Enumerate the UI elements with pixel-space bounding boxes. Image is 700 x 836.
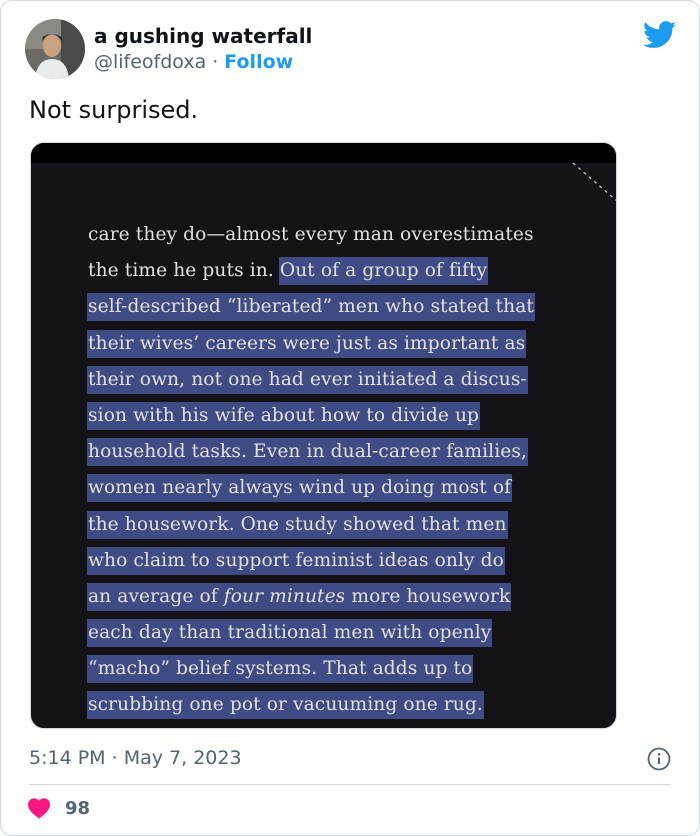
like-count: 98	[65, 797, 91, 819]
avatar-image	[25, 19, 85, 79]
highlighted-text: each day than traditional men with openl…	[88, 620, 492, 647]
like-button[interactable]: 98	[27, 797, 90, 819]
book-line: care they do—almost every man overestima…	[88, 217, 562, 253]
tweet-time: 5:14 PM	[29, 747, 106, 769]
book-line: the time he puts in. Out of a group of f…	[88, 253, 562, 289]
highlighted-text: Out of a group of fifty	[279, 258, 488, 285]
book-line: “macho” belief systems. That adds up to	[88, 651, 562, 687]
page-corner-dashes	[572, 162, 616, 201]
highlighted-text: their own, not one had ever initiated a …	[88, 366, 527, 393]
book-line: their own, not one had ever initiated a …	[88, 362, 562, 398]
handle-row: @lifeofdoxa · Follow	[94, 51, 293, 73]
timestamp-separator: ·	[111, 747, 118, 769]
book-line: sion with his wife about how to divide u…	[88, 398, 562, 434]
heart-icon	[28, 798, 50, 819]
highlighted-text: four minutes	[223, 583, 346, 610]
media-top-bar	[31, 143, 616, 163]
highlighted-text: who claim to support feminist ideas only…	[88, 547, 504, 574]
book-line: women nearly always wind up doing most o…	[88, 470, 562, 506]
highlighted-text: the housework. One study showed that men	[88, 511, 507, 538]
highlighted-text: women nearly always wind up doing most o…	[88, 475, 512, 502]
tweet-date: May 7, 2023	[123, 747, 242, 769]
highlighted-text: self-described “liberated” men who state…	[88, 294, 534, 321]
book-line: each day than traditional men with openl…	[88, 615, 562, 651]
follow-button[interactable]: Follow	[224, 51, 293, 73]
tweet-card: a gushing waterfall @lifeofdoxa · Follow N…	[0, 0, 700, 836]
highlighted-text: sion with his wife about how to divide u…	[88, 402, 480, 429]
author-name[interactable]: a gushing waterfall	[94, 24, 312, 48]
book-line: an average of four minutes more housewor…	[88, 579, 562, 615]
highlighted-text: household tasks. Even in dual-career fam…	[88, 439, 528, 466]
tweet-timestamp[interactable]: 5:14 PM · May 7, 2023	[29, 747, 242, 769]
book-line: scrubbing one pot or vacuuming one rug.	[88, 687, 562, 723]
book-page-text: care they do—almost every man overestima…	[88, 217, 562, 724]
avatar[interactable]	[25, 19, 85, 79]
twitter-bird-icon[interactable]	[643, 21, 677, 49]
book-line: household tasks. Even in dual-career fam…	[88, 434, 562, 470]
highlighted-text: an average of	[88, 583, 224, 610]
tweet-media-image[interactable]: care they do—almost every man overestima…	[30, 142, 617, 729]
highlighted-text: more housework	[345, 583, 511, 610]
book-line: their wives’ careers were just as import…	[88, 326, 562, 362]
handle-separator: ·	[212, 51, 219, 73]
book-line: the housework. One study showed that men	[88, 507, 562, 543]
footer-divider	[29, 784, 671, 785]
book-line: self-described “liberated” men who state…	[88, 289, 562, 325]
book-line: who claim to support feminist ideas only…	[88, 543, 562, 579]
highlighted-text: scrubbing one pot or vacuuming one rug.	[88, 692, 483, 719]
tweet-text: Not surprised.	[29, 96, 199, 124]
author-handle[interactable]: @lifeofdoxa	[94, 51, 206, 73]
info-icon[interactable]	[647, 747, 671, 771]
highlighted-text: their wives’ careers were just as import…	[88, 330, 526, 357]
book-text-segment: the time he puts in.	[88, 260, 280, 282]
book-text-segment: care they do—almost every man overestima…	[88, 224, 534, 245]
highlighted-text: “macho” belief systems. That adds up to	[88, 656, 473, 683]
